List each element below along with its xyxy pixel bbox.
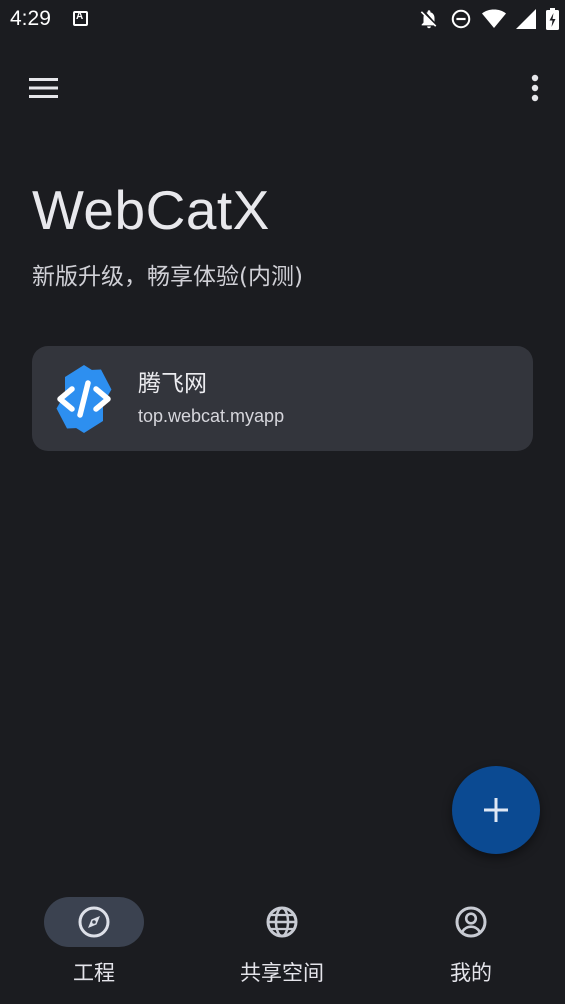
menu-icon — [29, 78, 58, 98]
status-bar: 4:29 A — [0, 0, 565, 40]
globe-icon — [266, 906, 298, 938]
a-icon: A — [73, 11, 88, 26]
nav-active-indicator — [44, 897, 144, 947]
do-not-disturb-icon — [451, 9, 471, 29]
menu-button[interactable] — [22, 70, 66, 106]
wifi-icon — [482, 9, 506, 28]
app-title: WebCatX — [32, 179, 270, 241]
nav-label-mine: 我的 — [450, 961, 492, 985]
screen: 4:29 A WebCatX 新版升级，畅享体验(内测) 腾飞网 top.web… — [0, 0, 565, 1004]
nav-label-shared-space: 共享空间 — [240, 961, 324, 985]
project-card[interactable]: 腾飞网 top.webcat.myapp — [32, 346, 533, 451]
app-bar — [0, 60, 565, 116]
nav-icon-wrap — [232, 897, 332, 947]
status-icons — [418, 8, 559, 30]
status-time: 4:29 — [10, 7, 51, 30]
nav-item-shared-space[interactable]: 共享空间 — [207, 897, 357, 997]
app-subtitle: 新版升级，畅享体验(内测) — [32, 264, 303, 290]
nav-icon-wrap — [421, 897, 521, 947]
nav-item-projects[interactable]: 工程 — [19, 897, 169, 997]
project-package: top.webcat.myapp — [138, 406, 285, 426]
add-project-button[interactable] — [452, 766, 540, 854]
project-name: 腾飞网 — [138, 371, 207, 397]
account-circle-icon — [455, 906, 487, 938]
compass-icon — [78, 906, 110, 938]
code-hexagon-icon — [56, 365, 112, 433]
more-vert-icon — [531, 74, 539, 102]
nav-item-mine[interactable]: 我的 — [396, 897, 546, 997]
signal-icon — [516, 9, 536, 29]
bottom-nav: 工程 共享空间 我的 — [0, 880, 565, 1004]
plus-icon — [484, 798, 508, 822]
battery-charging-icon — [546, 8, 559, 30]
nav-label-projects: 工程 — [73, 961, 115, 985]
more-options-button[interactable] — [519, 70, 551, 106]
bell-off-icon — [420, 10, 437, 29]
